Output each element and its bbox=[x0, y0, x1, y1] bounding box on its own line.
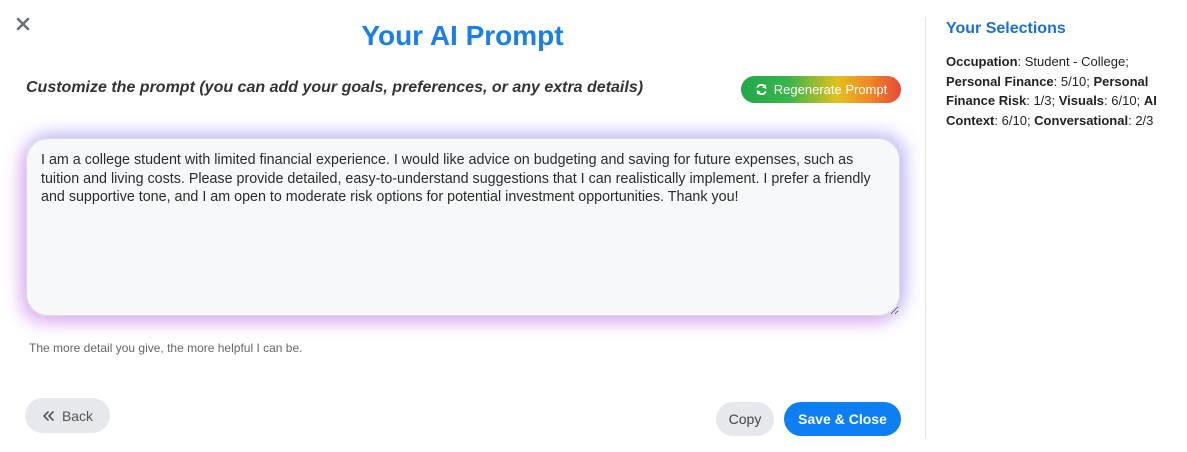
regenerate-prompt-button[interactable]: Regenerate Prompt bbox=[741, 76, 901, 103]
save-close-label: Save & Close bbox=[798, 411, 887, 427]
copy-button[interactable]: Copy bbox=[716, 402, 774, 436]
page-title: Your AI Prompt bbox=[361, 20, 564, 51]
selection-value: 6/10 bbox=[1111, 93, 1137, 108]
sidebar-title: Your Selections bbox=[946, 20, 1066, 37]
prompt-panel: Your AI Prompt Customize the prompt (you… bbox=[0, 0, 925, 452]
regenerate-prompt-label: Regenerate Prompt bbox=[773, 82, 888, 97]
prompt-hint: The more detail you give, the more helpf… bbox=[29, 341, 303, 355]
selection-value: 6/10 bbox=[1001, 112, 1027, 128]
selection-value: Student - College bbox=[1024, 54, 1126, 69]
selections-sidebar: Your Selections Occupation: Student - Co… bbox=[946, 20, 1176, 130]
back-label: Back bbox=[61, 407, 94, 424]
save-close-button[interactable]: Save & Close bbox=[784, 402, 901, 436]
refresh-icon bbox=[755, 83, 768, 96]
selection-key: Personal Finance bbox=[946, 73, 1054, 89]
selection-key: Conversational bbox=[1034, 112, 1129, 128]
prompt-textarea-container: I am a college student with limited fina… bbox=[26, 138, 900, 316]
double-chevron-left-icon bbox=[43, 410, 54, 421]
selection-key: Occupation bbox=[946, 54, 1018, 69]
selection-value: 2/3 bbox=[1135, 112, 1154, 128]
selections-list: Occupation: Student - College; Personal … bbox=[946, 54, 1157, 128]
panel-divider bbox=[925, 17, 926, 438]
prompt-textarea[interactable]: I am a college student with limited fina… bbox=[26, 138, 900, 316]
selection-value: 1/3 bbox=[1033, 93, 1052, 108]
back-button[interactable]: Back bbox=[25, 398, 110, 433]
page-subtitle: Customize the prompt (you can add your g… bbox=[26, 79, 644, 96]
selection-key: Visuals bbox=[1058, 93, 1105, 108]
selection-value: 5/10 bbox=[1060, 73, 1087, 89]
copy-label: Copy bbox=[728, 411, 762, 427]
